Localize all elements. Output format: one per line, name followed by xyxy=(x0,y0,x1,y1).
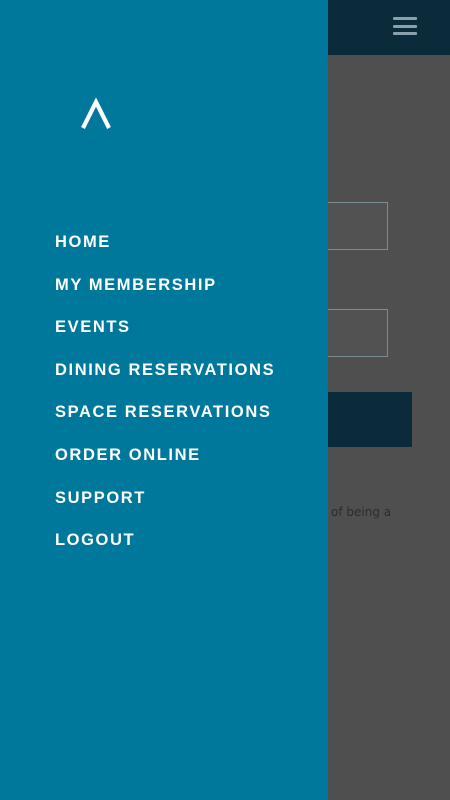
menu-item-my-membership[interactable]: MY MEMBERSHIP xyxy=(55,271,275,314)
menu-item-dining-reservations[interactable]: DINING RESERVATIONS xyxy=(55,356,275,399)
menu-item-order-online[interactable]: ORDER ONLINE xyxy=(55,441,275,484)
background-hint-text: of being a xyxy=(331,505,392,519)
menu-item-space-reservations[interactable]: SPACE RESERVATIONS xyxy=(55,398,275,441)
menu-item-logout[interactable]: LOGOUT xyxy=(55,526,275,569)
menu-item-support[interactable]: SUPPORT xyxy=(55,484,275,527)
menu-item-events[interactable]: EVENTS xyxy=(55,313,275,356)
drawer-menu: HOME MY MEMBERSHIP EVENTS DINING RESERVA… xyxy=(55,228,275,569)
menu-item-home[interactable]: HOME xyxy=(55,228,275,271)
caret-up-logo-icon xyxy=(81,98,111,129)
hamburger-icon[interactable] xyxy=(393,17,417,35)
navigation-drawer: HOME MY MEMBERSHIP EVENTS DINING RESERVA… xyxy=(0,0,328,800)
